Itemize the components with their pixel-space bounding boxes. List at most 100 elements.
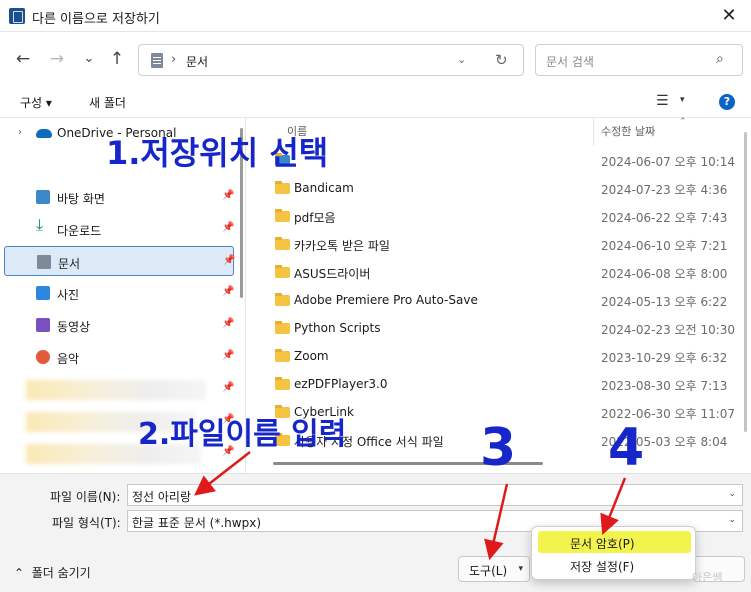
file-name: Zoom: [294, 349, 329, 363]
pin-icon[interactable]: 📌: [222, 190, 234, 201]
onedrive-cloud-icon: [36, 129, 52, 138]
sidebar-item-label: 동영상: [57, 320, 91, 334]
folder-icon: [275, 265, 290, 278]
file-date: 2024-07-23 오후 4:36: [601, 183, 728, 197]
column-header-date[interactable]: 수정한 날짜: [601, 123, 655, 139]
download-icon: ⤓: [36, 215, 44, 234]
file-date: 2023-08-30 오후 7:13: [601, 379, 728, 393]
file-name: Python Scripts: [294, 321, 381, 335]
chevron-down-icon[interactable]: ⌄: [457, 53, 466, 66]
chevron-right-icon: ›: [171, 52, 177, 67]
sort-up-icon: ⌃: [679, 117, 687, 127]
sidebar-item-documents[interactable]: 문서 📌: [4, 246, 235, 276]
file-date: 2024-06-10 오후 7:21: [601, 239, 728, 253]
folder-icon: [275, 237, 290, 250]
file-date: 2024-02-23 오전 10:30: [601, 323, 736, 337]
folder-icon: [275, 349, 290, 362]
sidebar-item-downloads[interactable]: ⤓ 다운로드 📌: [4, 214, 234, 244]
document-icon: [151, 53, 163, 68]
vertical-scrollbar[interactable]: [744, 132, 747, 432]
sidebar-item-desktop[interactable]: 바탕 화면 📌: [4, 182, 234, 212]
sidebar-item-videos[interactable]: 동영상 📌: [4, 310, 234, 340]
filetype-value: 한글 표준 문서 (*.hwpx): [132, 516, 262, 530]
list-item[interactable]: ASUS드라이버 2024-06-08 오후 8:00: [247, 258, 751, 286]
folder-icon: [275, 377, 290, 390]
file-date: 2024-05-13 오후 6:22: [601, 295, 728, 309]
pin-icon[interactable]: 📌: [222, 382, 234, 393]
up-button[interactable]: ↑: [104, 46, 130, 72]
file-name: ezPDFPlayer3.0: [294, 377, 388, 391]
file-name: Adobe Premiere Pro Auto-Save: [294, 293, 478, 307]
file-date: 2024-06-22 오후 7:43: [601, 211, 728, 225]
music-icon: [36, 350, 50, 364]
sidebar-item-label: 다운로드: [57, 224, 102, 238]
view-list-icon[interactable]: ☰: [656, 93, 669, 109]
search-input[interactable]: 문서 검색 ⌕: [535, 44, 743, 76]
menu-item-save-settings[interactable]: 저장 설정(F): [538, 554, 691, 576]
annotation-step-2: 2.파일이름 입력: [138, 417, 347, 452]
pin-icon[interactable]: 📌: [222, 350, 234, 361]
new-folder-button[interactable]: 새 폴더: [89, 94, 126, 111]
pin-icon[interactable]: 📌: [222, 222, 234, 233]
video-icon: [36, 318, 50, 332]
folder-icon: [275, 181, 290, 194]
list-item[interactable]: Adobe Premiere Pro Auto-Save 2024-05-13 오…: [247, 286, 751, 314]
sidebar-item-label: 문서: [58, 257, 81, 271]
window-title: 다른 이름으로 저장하기: [32, 12, 160, 27]
hwp-app-icon: [9, 8, 25, 24]
file-date: 2024-06-08 오후 8:00: [601, 267, 728, 281]
folder-icon: [275, 293, 290, 306]
sidebar-item-label: 음악: [57, 352, 80, 366]
sidebar-item-pictures[interactable]: 사진 📌: [4, 278, 234, 308]
list-item[interactable]: pdf모음 2024-06-22 오후 7:43: [247, 202, 751, 230]
list-item[interactable]: Bandicam 2024-07-23 오후 4:36: [247, 174, 751, 202]
organize-menu-button[interactable]: 구성 ▾: [20, 94, 52, 111]
annotation-step-3: 3: [480, 418, 517, 478]
pin-icon[interactable]: 📌: [222, 318, 234, 329]
list-item[interactable]: ezPDFPlayer3.0 2023-08-30 오후 7:13: [247, 370, 751, 398]
sidebar-item-blurred[interactable]: 📌: [4, 374, 234, 404]
file-name: ASUS드라이버: [294, 267, 371, 281]
title-bar: 다른 이름으로 저장하기 ✕: [0, 0, 751, 32]
file-date: 2024-06-07 오후 10:14: [601, 155, 736, 169]
close-button[interactable]: ✕: [711, 2, 747, 30]
watermark: 아은쌤: [692, 571, 723, 584]
forward-button[interactable]: →: [44, 46, 70, 72]
navigation-bar: ← → ⌄ ↑ › 문서 ⌄ ↻ 문서 검색 ⌕: [0, 32, 751, 86]
search-placeholder: 문서 검색: [546, 55, 594, 69]
sidebar-item-music[interactable]: 음악 📌: [4, 342, 234, 372]
recent-locations-button[interactable]: ⌄: [76, 46, 102, 72]
file-name: 카카오톡 받은 파일: [294, 239, 390, 253]
filename-field[interactable]: 정선 아리랑 ⌄: [127, 484, 743, 506]
chevron-down-icon[interactable]: ⌄: [728, 489, 736, 499]
refresh-icon[interactable]: ↻: [495, 51, 508, 69]
file-name: pdf모음: [294, 211, 336, 225]
chevron-up-icon: ⌃: [14, 566, 32, 580]
address-path[interactable]: 문서: [186, 53, 208, 70]
folder-icon: [275, 321, 290, 334]
list-item[interactable]: Python Scripts 2024-02-23 오전 10:30: [247, 314, 751, 342]
view-dropdown-icon[interactable]: ▾: [680, 95, 685, 105]
filetype-label: 파일 형식(T):: [52, 516, 121, 530]
pin-icon[interactable]: 📌: [222, 286, 234, 297]
help-icon[interactable]: ?: [719, 94, 735, 110]
filename-label: 파일 이름(N):: [50, 490, 121, 504]
hide-folders-button[interactable]: ⌃ 폴더 숨기기: [14, 564, 91, 581]
list-item[interactable]: 카카오톡 받은 파일 2024-06-10 오후 7:21: [247, 230, 751, 258]
menu-item-document-password[interactable]: 문서 암호(P): [538, 531, 691, 553]
tools-button[interactable]: 도구(L) ▾: [458, 556, 530, 582]
tools-label: 도구(L): [469, 564, 508, 578]
search-icon[interactable]: ⌕: [716, 51, 724, 67]
chevron-down-icon[interactable]: ⌄: [728, 515, 736, 525]
pin-icon[interactable]: 📌: [223, 255, 235, 266]
desktop-icon: [36, 190, 50, 204]
address-bar[interactable]: › 문서 ⌄ ↻: [138, 44, 524, 76]
list-item[interactable]: Zoom 2023-10-29 오후 6:32: [247, 342, 751, 370]
dropdown-arrow-icon: ▾: [518, 564, 523, 574]
file-name: Bandicam: [294, 181, 354, 195]
chevron-right-icon[interactable]: ›: [18, 127, 22, 138]
filename-value: 정선 아리랑: [132, 490, 192, 504]
column-divider[interactable]: [593, 118, 594, 146]
back-button[interactable]: ←: [10, 46, 36, 72]
sidebar-item-label: 바탕 화면: [57, 192, 105, 206]
